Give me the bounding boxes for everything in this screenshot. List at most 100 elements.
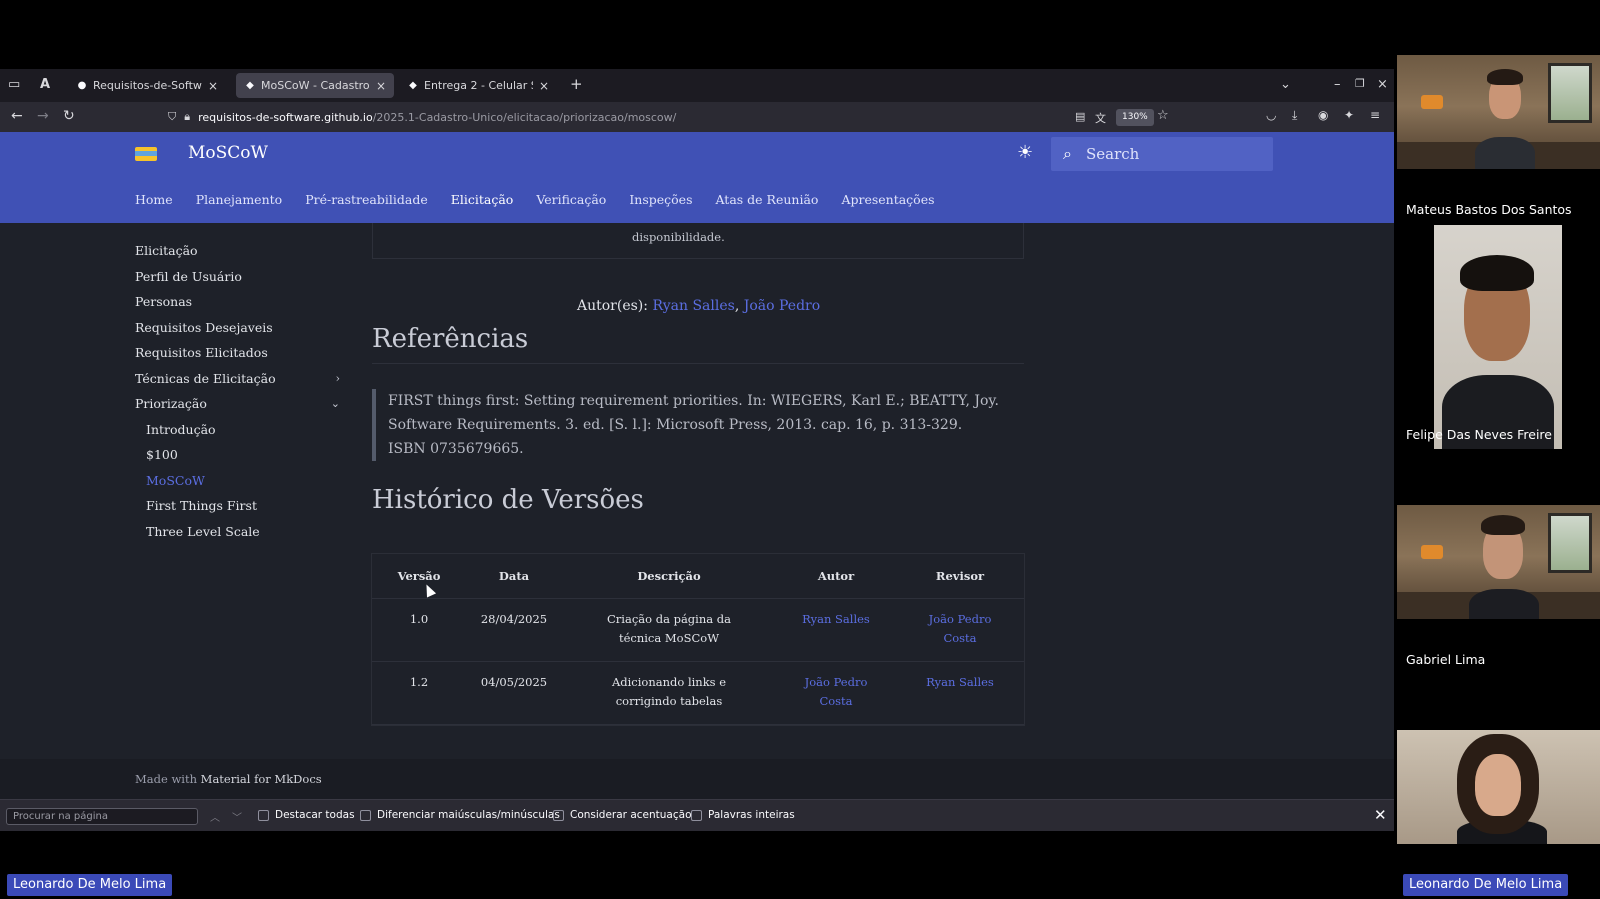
footer-link[interactable]: Material for MkDocs bbox=[201, 772, 322, 786]
sidebar-nav: Elicitação Perfil de Usuário Personas Re… bbox=[135, 241, 340, 547]
self-video[interactable] bbox=[1397, 730, 1600, 844]
theme-toggle-icon[interactable]: ☀ bbox=[1017, 142, 1033, 163]
close-tab-icon[interactable]: × bbox=[376, 79, 386, 93]
pinned-tab-icon[interactable]: A bbox=[40, 77, 50, 92]
self-name-tag: Leonardo De Melo Lima bbox=[7, 874, 173, 896]
tab-groups-icon[interactable]: ▭ bbox=[8, 77, 20, 92]
version-history-heading: Histórico de Versões bbox=[372, 485, 644, 515]
extensions-icon[interactable]: ✦ bbox=[1344, 108, 1354, 122]
menu-icon[interactable]: ≡ bbox=[1370, 108, 1380, 122]
account-icon[interactable]: ◉ bbox=[1318, 108, 1328, 122]
reader-view-icon[interactable]: ▤ bbox=[1075, 110, 1085, 123]
highlight-all-checkbox[interactable]: Destacar todas bbox=[258, 809, 355, 821]
column-header[interactable]: Descrição bbox=[562, 554, 776, 599]
sidebar-item-perfil-de-usuario[interactable]: Perfil de Usuário bbox=[135, 267, 340, 293]
window-background bbox=[1548, 63, 1592, 123]
tab-planejamento[interactable]: Planejamento bbox=[196, 192, 283, 207]
match-case-checkbox[interactable]: Diferenciar maiúsculas/minúsculas bbox=[360, 809, 560, 821]
sidebar-item-requisitos-elicitados[interactable]: Requisitos Elicitados bbox=[135, 343, 340, 369]
close-window-icon[interactable]: × bbox=[1377, 77, 1388, 92]
table-row: 1.0 28/04/2025 Criação da página da técn… bbox=[372, 598, 1024, 662]
checkbox-icon bbox=[553, 809, 564, 821]
sidebar-item-100[interactable]: $100 bbox=[135, 445, 340, 471]
new-tab-button[interactable]: + bbox=[570, 75, 583, 93]
shield-icon[interactable]: ⛉ bbox=[168, 110, 176, 124]
sidebar-item-tecnicas-de-elicitacao[interactable]: Técnicas de Elicitação › bbox=[135, 369, 340, 395]
table-header-row: Versão Data Descrição Autor Revisor bbox=[372, 554, 1024, 599]
sidebar-item-introducao[interactable]: Introdução bbox=[135, 420, 340, 446]
tab-verificacao[interactable]: Verificação bbox=[536, 192, 606, 207]
minimize-icon[interactable]: – bbox=[1334, 77, 1341, 92]
reference-quote: FIRST things first: Setting requirement … bbox=[372, 389, 1004, 461]
lock-icon[interactable]: 🔒︎ bbox=[184, 110, 190, 124]
restore-icon[interactable]: ❐ bbox=[1355, 77, 1365, 90]
tab-entrega[interactable]: ◆ Entrega 2 - Celular Segur × bbox=[399, 73, 557, 98]
column-header[interactable]: Data bbox=[466, 554, 562, 599]
previous-table-row: disponibilidade. bbox=[372, 223, 1024, 259]
find-next-icon[interactable]: ﹀ bbox=[232, 809, 242, 824]
tab-inspecoes[interactable]: Inspeções bbox=[629, 192, 692, 207]
author-link[interactable]: João Pedro Costa bbox=[776, 661, 896, 725]
checkbox-icon bbox=[258, 809, 269, 821]
participant-video[interactable] bbox=[1397, 55, 1600, 169]
tab-elicitacao[interactable]: Elicitação bbox=[451, 192, 514, 207]
match-diacritics-checkbox[interactable]: Considerar acentuação bbox=[553, 809, 692, 821]
checkbox-icon bbox=[360, 809, 371, 821]
reviewer-link[interactable]: Ryan Salles bbox=[896, 661, 1024, 725]
chevron-down-icon[interactable]: ⌄ bbox=[331, 394, 340, 420]
chevron-right-icon[interactable]: › bbox=[336, 369, 340, 395]
column-header[interactable]: Versão bbox=[372, 554, 466, 599]
forward-icon[interactable]: → bbox=[37, 108, 49, 124]
downloads-icon[interactable]: ⤓ bbox=[1292, 108, 1297, 123]
reload-icon[interactable]: ↻ bbox=[63, 108, 75, 124]
url-bar[interactable]: ⛉ 🔒︎ requisitos-de-software.github.io/20… bbox=[168, 105, 1168, 129]
search-icon: ⌕ bbox=[1063, 144, 1072, 163]
sidebar-item-three-level-scale[interactable]: Three Level Scale bbox=[135, 522, 340, 548]
participant-video[interactable] bbox=[1397, 505, 1600, 619]
back-icon[interactable]: ← bbox=[11, 108, 23, 124]
tab-pre-rastreabilidade[interactable]: Pré-rastreabilidade bbox=[305, 192, 428, 207]
search-input[interactable] bbox=[1085, 145, 1246, 163]
url-path: /2025.1-Cadastro-Unico/elicitacao/priori… bbox=[372, 110, 677, 124]
search-box[interactable]: ⌕ bbox=[1051, 137, 1273, 171]
fireplace-background bbox=[1421, 95, 1443, 109]
tab-home[interactable]: Home bbox=[135, 192, 173, 207]
participant-name: Gabriel Lima bbox=[1406, 652, 1486, 667]
pocket-icon[interactable]: ◡ bbox=[1266, 108, 1276, 122]
tab-moscow[interactable]: ◆ MoSCoW - Cadastro Únic × bbox=[236, 73, 394, 98]
site-logo[interactable] bbox=[135, 147, 157, 161]
sidebar-item-priorizacao[interactable]: Priorização ⌄ bbox=[135, 394, 340, 420]
bookmark-star-icon[interactable]: ☆ bbox=[1157, 108, 1169, 123]
author-link[interactable]: Ryan Salles bbox=[776, 598, 896, 662]
column-header[interactable]: Revisor bbox=[896, 554, 1024, 599]
zoom-indicator[interactable]: 130% bbox=[1116, 109, 1154, 126]
author-link[interactable]: João Pedro bbox=[744, 298, 820, 314]
checkbox-icon bbox=[691, 809, 702, 821]
reviewer-link[interactable]: João Pedro Costa bbox=[896, 598, 1024, 662]
sidebar-item-requisitos-desejaveis[interactable]: Requisitos Desejaveis bbox=[135, 318, 340, 344]
whole-words-checkbox[interactable]: Palavras inteiras bbox=[691, 809, 795, 821]
tab-bar: ▭ A ● Requisitos-de-Software/2 × ◆ MoSCo… bbox=[0, 69, 1394, 102]
column-header[interactable]: Autor bbox=[776, 554, 896, 599]
divider bbox=[372, 363, 1024, 364]
sidebar-item-moscow[interactable]: MoSCoW bbox=[135, 471, 340, 497]
find-input[interactable]: Procurar na página bbox=[6, 808, 198, 825]
sidebar-item-personas[interactable]: Personas bbox=[135, 292, 340, 318]
participant-name: Felipe Das Neves Freire bbox=[1406, 427, 1552, 442]
tab-apresentacoes[interactable]: Apresentações bbox=[841, 192, 934, 207]
site-nav-tabs: Home Planejamento Pré-rastreabilidade El… bbox=[135, 192, 958, 207]
tab-github[interactable]: ● Requisitos-de-Software/2 × bbox=[68, 73, 226, 98]
tab-atas-de-reuniao[interactable]: Atas de Reunião bbox=[716, 192, 819, 207]
translate-icon[interactable]: 文 bbox=[1095, 110, 1106, 126]
list-tabs-icon[interactable]: ⌄ bbox=[1280, 77, 1291, 92]
author-link[interactable]: Ryan Salles bbox=[652, 298, 734, 314]
find-previous-icon[interactable]: ︿ bbox=[210, 809, 220, 824]
sidebar-item-first-things-first[interactable]: First Things First bbox=[135, 496, 340, 522]
close-tab-icon[interactable]: × bbox=[539, 79, 549, 93]
sidebar-item-elicitacao[interactable]: Elicitação bbox=[135, 241, 340, 267]
nav-bar: ← → ↻ ⛉ 🔒︎ requisitos-de-software.github… bbox=[0, 102, 1394, 132]
close-find-bar-icon[interactable]: ✕ bbox=[1374, 806, 1387, 824]
close-tab-icon[interactable]: × bbox=[208, 79, 218, 93]
participant-video[interactable] bbox=[1434, 225, 1562, 449]
find-bar: Procurar na página ︿ ﹀ Destacar todas Di… bbox=[0, 799, 1394, 831]
